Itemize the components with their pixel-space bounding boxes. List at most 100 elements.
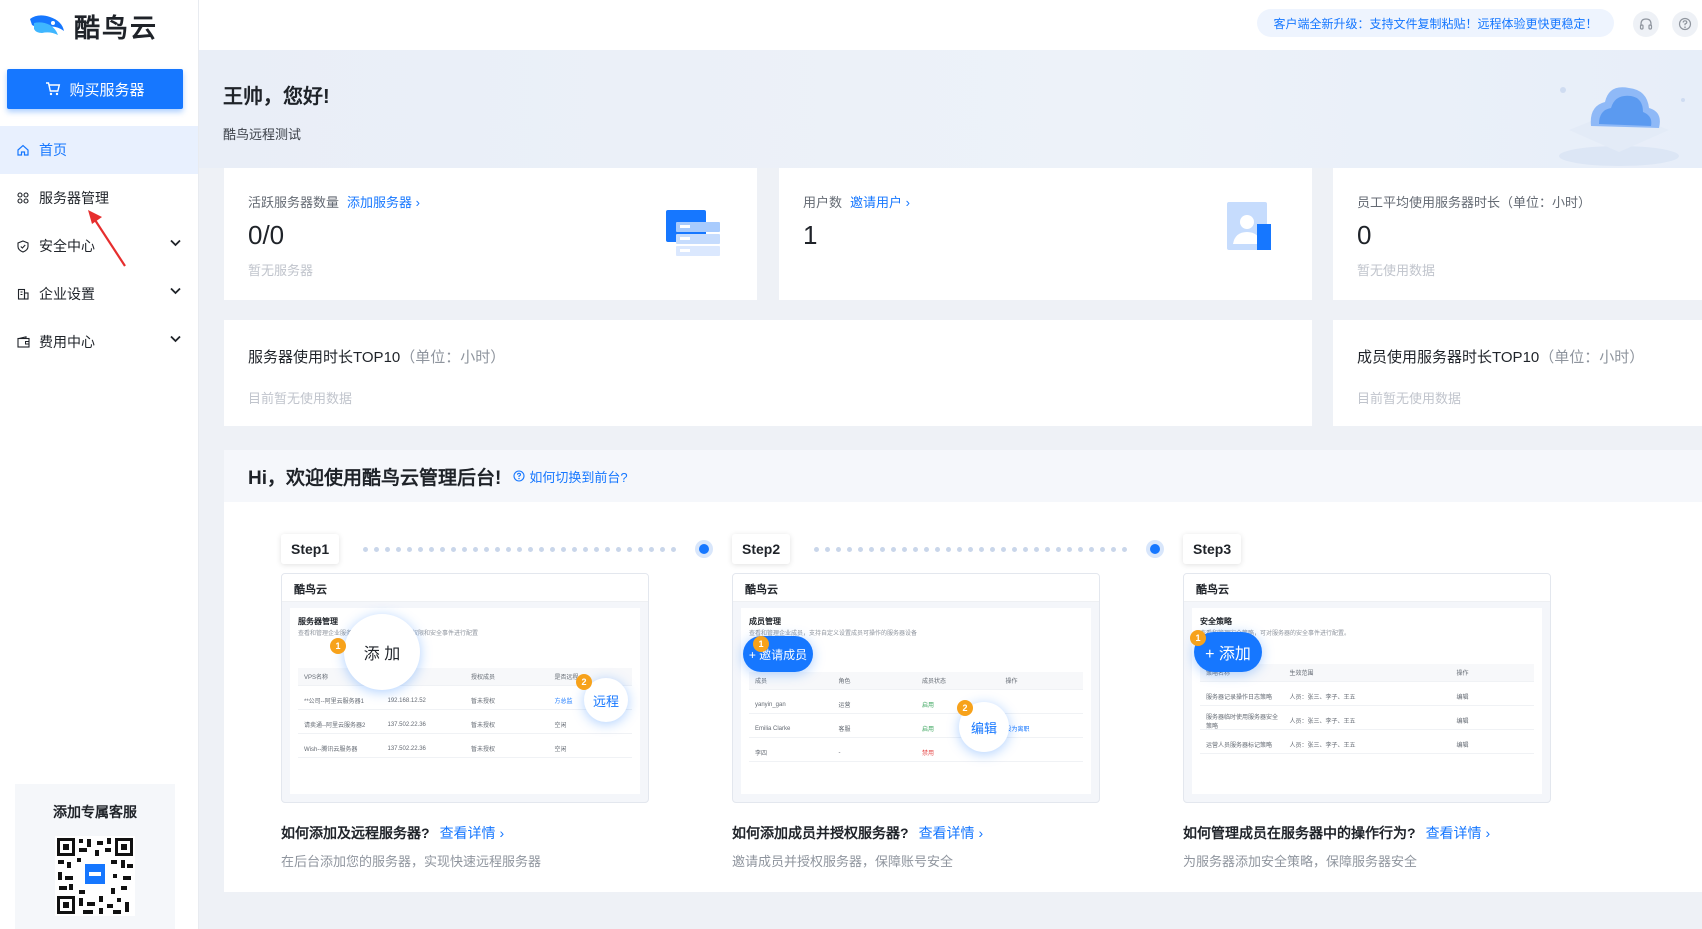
add-server-link-label: 添加服务器 — [347, 195, 413, 210]
shot-topbar: 酷鸟云 — [282, 574, 648, 602]
cell: 人员：张三、李子、王五 — [1289, 743, 1356, 749]
table-row: Wish--腾讯云服务器 137.502.22.36 暂未授权 空闲 — [298, 740, 632, 758]
brand-name: 酷鸟云 — [74, 12, 159, 43]
stat-label: 活跃服务器数量 添加服务器 › — [248, 192, 420, 211]
step-question: 如何添加及远程服务器? 查看详情 › — [281, 823, 504, 843]
shot-heading: 安全策略 — [1200, 617, 1232, 626]
customer-service-title: 添加专属客服 — [53, 804, 137, 820]
view-details-link[interactable]: 查看详情 › — [919, 823, 984, 843]
cell: 编辑 — [1456, 695, 1469, 701]
cell: 137.502.22.36 — [387, 721, 426, 728]
switch-frontend-help-link[interactable]: 如何切换到前台? — [513, 467, 628, 486]
wallet-icon — [16, 335, 30, 349]
shot-heading: 成员管理 — [749, 617, 781, 626]
sidebar-item-home[interactable]: 首页 — [0, 126, 198, 174]
cell: 192.168.12.52 — [387, 697, 426, 704]
cell: 空闲 — [554, 747, 567, 753]
buy-server-button[interactable]: 购买服务器 — [7, 69, 183, 109]
view-details-label: 查看详情 — [439, 825, 496, 841]
member-top10-card: 成员使用服务器时长TOP10（单位：小时） 目前暂无使用数据 — [1333, 320, 1702, 426]
step-question-text: 如何添加及远程服务器? — [281, 825, 430, 841]
brand-logo[interactable]: 酷鸟云 — [28, 8, 158, 44]
invite-user-link-label: 邀请用户 — [850, 195, 903, 210]
shot-topbar: 酷鸟云 — [733, 574, 1099, 602]
step-badge-2: 2 — [576, 674, 592, 690]
topbar: 客户端全新升级：支持文件复制粘贴！远程体验更快更稳定！ — [199, 0, 1702, 50]
avg-time-label: 员工平均使用服务器时长（单位：小时） — [1357, 195, 1592, 210]
step-question-text: 如何管理成员在服务器中的操作行为? — [1183, 825, 1416, 841]
add-server-link[interactable]: 添加服务器 › — [347, 192, 420, 211]
server-top10-empty: 目前暂无使用数据 — [248, 391, 353, 406]
step-question-text: 如何添加成员并授权服务器? — [732, 825, 909, 841]
guide-header: Hi，欢迎使用酷鸟云管理后台! 如何切换到前台? — [224, 450, 1702, 502]
cell: - — [838, 749, 841, 756]
avg-time-value: 0 — [1357, 220, 1372, 250]
cell: 暂未授权 — [471, 699, 496, 705]
step-screenshot: 酷鸟云 服务器管理 查看和管理企业服务器，设置服务器的使用权限和安全事件进行配置… — [281, 573, 649, 803]
users-label: 用户数 — [803, 195, 843, 210]
chevron-down-icon — [170, 287, 181, 295]
qr-code-icon — [55, 836, 135, 916]
sidebar-item-label: 费用中心 — [39, 334, 95, 350]
table-row: 李四 - 禁用 — [749, 744, 1083, 762]
step-badge-1: 1 — [753, 636, 769, 652]
stat-card-users: 用户数 邀请用户 › 1 — [779, 168, 1312, 300]
apps-icon — [16, 191, 30, 205]
member-top10-empty: 目前暂无使用数据 — [1357, 391, 1462, 406]
step-desc: 为服务器添加安全策略，保障服务器安全 — [1183, 854, 1418, 869]
member-top10-title-text: 成员使用服务器时长TOP10 — [1357, 349, 1540, 366]
cell: yanyin_gan — [755, 701, 786, 708]
step-question: 如何添加成员并授权服务器? 查看详情 › — [732, 823, 983, 843]
add-bubble: 添 加 — [344, 614, 420, 690]
view-details-link[interactable]: 查看详情 › — [440, 823, 505, 843]
cell: 生效范围 — [1289, 671, 1314, 677]
company-name: 酷鸟远程测试 — [223, 127, 302, 142]
customer-service-box: 添加专属客服 — [15, 784, 175, 929]
cell: 空闲 — [554, 723, 567, 729]
cell: 请卖通--阿里云服务器2 — [304, 723, 366, 729]
home-icon — [16, 143, 30, 157]
headset-icon[interactable] — [1633, 11, 1659, 37]
help-icon[interactable] — [1672, 11, 1698, 37]
shot-heading: 服务器管理 — [298, 617, 338, 626]
sidebar-item-label: 企业设置 — [39, 286, 95, 302]
cell: 授权成员 — [471, 675, 496, 681]
server-rack-icon — [666, 210, 720, 256]
cart-icon — [46, 82, 61, 96]
onboarding-guide: Hi，欢迎使用酷鸟云管理后台! 如何切换到前台? Step1 酷鸟云 服务器管理… — [224, 450, 1702, 892]
avg-time-empty: 暂无使用数据 — [1357, 263, 1436, 278]
update-notice[interactable]: 客户端全新升级：支持文件复制粘贴！远程体验更快更稳定！ — [1257, 9, 1614, 37]
step-tag: Step1 — [281, 534, 340, 564]
step-progress-dots — [814, 546, 1127, 552]
server-top10-card: 服务器使用时长TOP10（单位：小时） 目前暂无使用数据 — [224, 320, 1312, 426]
step-screenshot: 酷鸟云 成员管理 查看和管理企业成员，支持自定义设置成员可操作的服务器设备 成员… — [732, 573, 1100, 803]
step-progress-dots — [363, 546, 676, 552]
invite-user-link[interactable]: 邀请用户 › — [850, 192, 910, 211]
chevron-down-icon — [170, 239, 181, 247]
stat-label: 员工平均使用服务器时长（单位：小时） — [1357, 192, 1591, 211]
cell: 服务器临时使用服务器安全策略 — [1206, 714, 1279, 730]
cell: 暂未授权 — [471, 747, 496, 753]
shot-logo: 酷鸟云 — [1196, 584, 1229, 596]
view-details-link[interactable]: 查看详情 › — [1426, 823, 1491, 843]
servers-label: 活跃服务器数量 — [248, 195, 340, 210]
server-top10-title: 服务器使用时长TOP10（单位：小时） — [248, 346, 505, 367]
chevron-down-icon — [170, 335, 181, 343]
red-arrow-annotation — [88, 210, 126, 267]
building-icon — [16, 287, 30, 301]
shot-logo: 酷鸟云 — [745, 584, 778, 596]
sidebar-item-enterprise[interactable]: 企业设置 — [0, 270, 198, 318]
cell: 服务器记录操作日志策略 — [1206, 695, 1273, 701]
step-badge-2: 2 — [957, 700, 973, 716]
step-progress-end — [1146, 540, 1164, 558]
switch-frontend-help-label: 如何切换到前台? — [529, 469, 628, 485]
sidebar-item-billing[interactable]: 费用中心 — [0, 318, 198, 366]
sidebar-item-label: 服务器管理 — [39, 190, 109, 206]
bird-logo-icon — [30, 15, 64, 35]
user-card-icon — [1227, 202, 1271, 250]
sidebar-item-label: 首页 — [39, 142, 67, 158]
step-desc: 邀请成员并授权服务器，保障账号安全 — [732, 854, 954, 869]
stat-card-avg-time: 员工平均使用服务器时长（单位：小时） 0 暂无使用数据 — [1333, 168, 1702, 300]
shot-topbar: 酷鸟云 — [1184, 574, 1550, 602]
step-question: 如何管理成员在服务器中的操作行为? 查看详情 › — [1183, 823, 1490, 843]
